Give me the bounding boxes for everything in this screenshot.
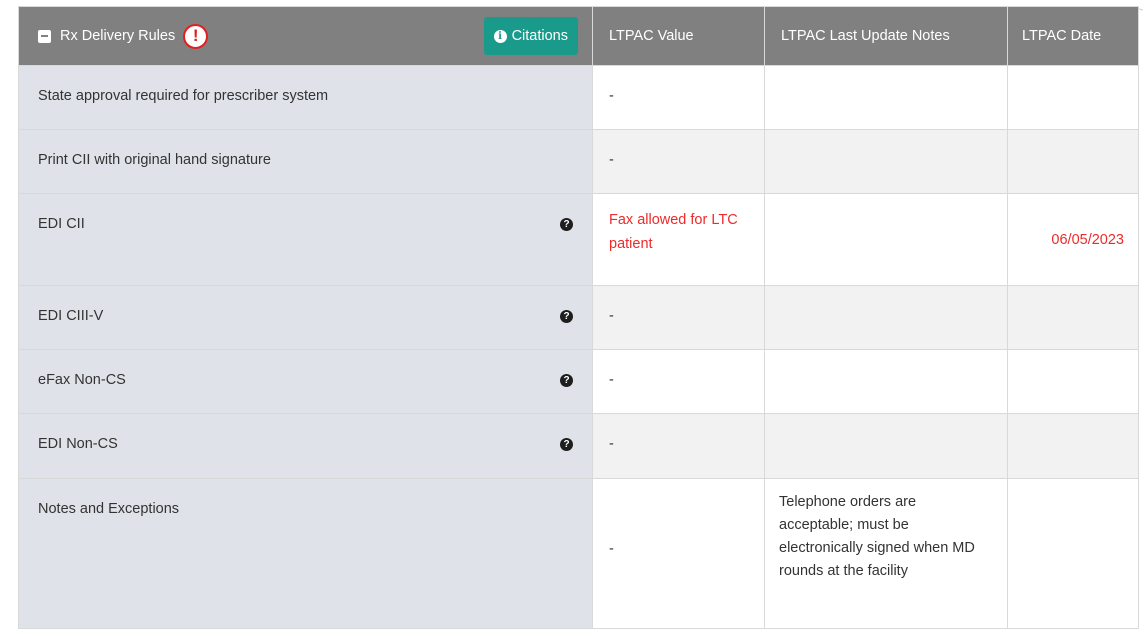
ltpac-value: - xyxy=(609,436,614,452)
ltpac-date-cell xyxy=(1007,129,1139,194)
ltpac-value-cell: - xyxy=(592,65,765,130)
ltpac-value: - xyxy=(609,372,614,388)
ltpac-value-cell: - xyxy=(592,478,765,629)
ltpac-date-cell xyxy=(1007,413,1139,479)
ltpac-notes xyxy=(765,130,1007,152)
ltpac-notes-cell xyxy=(764,285,1008,350)
row-label: eFax Non-CS xyxy=(38,372,126,388)
table-header-row: Rx Delivery Rules ! i Citations LTPAC Va… xyxy=(18,6,1139,66)
ltpac-notes xyxy=(765,66,1007,88)
ltpac-notes: Telephone orders are acceptable; must be… xyxy=(779,494,975,579)
ltpac-date xyxy=(1008,286,1138,308)
ltpac-date xyxy=(1008,414,1138,436)
ltpac-date-cell xyxy=(1007,349,1139,414)
ltpac-date-cell xyxy=(1007,65,1139,130)
column-header-ltpac-value: LTPAC Value xyxy=(592,6,765,66)
exclamation-circle-icon: ! xyxy=(183,23,209,49)
ltpac-value: - xyxy=(609,308,614,324)
rx-delivery-rules-table: Rx Delivery Rules ! i Citations LTPAC Va… xyxy=(18,6,1139,629)
row-label: EDI CIII-V xyxy=(38,308,104,324)
ltpac-value: - xyxy=(609,540,614,557)
ltpac-value: - xyxy=(609,88,614,104)
question-circle-icon[interactable]: ? xyxy=(560,310,573,323)
row-label: Notes and Exceptions xyxy=(38,501,180,517)
ltpac-notes xyxy=(765,350,1007,372)
ltpac-value-cell: - xyxy=(592,413,765,479)
table-row: State approval required for prescriber s… xyxy=(18,65,1139,130)
table-row: EDI Non-CS ? - xyxy=(18,413,1139,479)
ltpac-notes-cell: Telephone orders are acceptable; must be… xyxy=(764,478,1008,629)
question-circle-icon[interactable]: ? xyxy=(560,374,573,387)
row-label: Print CII with original hand signature xyxy=(38,152,271,168)
ltpac-value-cell: - xyxy=(592,129,765,194)
row-label-cell: EDI CIII-V ? xyxy=(18,285,593,350)
row-label-cell: eFax Non-CS ? xyxy=(18,349,593,414)
ltpac-date-cell: 06/05/2023 xyxy=(1007,193,1139,286)
row-label-cell: EDI CII ? xyxy=(18,193,593,286)
ltpac-notes-cell xyxy=(764,413,1008,479)
ltpac-value: - xyxy=(609,152,614,168)
ltpac-notes-cell xyxy=(764,65,1008,130)
row-label: State approval required for prescriber s… xyxy=(38,88,329,104)
row-label: EDI Non-CS xyxy=(38,436,118,452)
ltpac-notes xyxy=(765,414,1007,436)
ltpac-date: 06/05/2023 xyxy=(1051,231,1124,248)
table-row: eFax Non-CS ? - xyxy=(18,349,1139,414)
ltpac-value: Fax allowed for LTC patient xyxy=(609,212,738,252)
ltpac-date xyxy=(1008,66,1138,88)
table-row: EDI CIII-V ? - xyxy=(18,285,1139,350)
ltpac-date-cell xyxy=(1007,478,1139,629)
ltpac-date xyxy=(1008,479,1138,501)
ltpac-value-cell: - xyxy=(592,349,765,414)
ltpac-date xyxy=(1008,350,1138,372)
ltpac-notes-cell xyxy=(764,129,1008,194)
row-label-cell: Notes and Exceptions xyxy=(18,478,593,629)
row-label-cell: State approval required for prescriber s… xyxy=(18,65,593,130)
citations-button[interactable]: i Citations xyxy=(483,17,578,55)
ltpac-notes xyxy=(765,194,1007,216)
rx-delivery-rules-page: Rx Delivery Rules ! i Citations LTPAC Va… xyxy=(0,0,1143,629)
column-header-ltpac-date: LTPAC Date xyxy=(1007,6,1139,66)
section-title: Rx Delivery Rules xyxy=(60,28,176,44)
citations-label: Citations xyxy=(511,28,568,44)
question-circle-icon[interactable]: ? xyxy=(560,438,573,451)
section-header: Rx Delivery Rules ! i Citations xyxy=(18,6,593,66)
ltpac-value-cell: - xyxy=(592,285,765,350)
row-label-cell: Print CII with original hand signature xyxy=(18,129,593,194)
row-label: EDI CII xyxy=(38,216,85,232)
info-circle-icon: i xyxy=(493,29,507,43)
ltpac-date xyxy=(1008,130,1138,152)
question-circle-icon[interactable]: ? xyxy=(560,218,573,231)
ltpac-value-cell: Fax allowed for LTC patient xyxy=(592,193,765,286)
ltpac-notes xyxy=(765,286,1007,308)
column-header-ltpac-notes: LTPAC Last Update Notes xyxy=(764,6,1008,66)
table-row: Print CII with original hand signature - xyxy=(18,129,1139,194)
minus-square-icon[interactable] xyxy=(38,29,51,43)
ltpac-date-cell xyxy=(1007,285,1139,350)
table-row: Notes and Exceptions - Telephone orders … xyxy=(18,478,1139,629)
ltpac-notes-cell xyxy=(764,193,1008,286)
ltpac-notes-cell xyxy=(764,349,1008,414)
row-label-cell: EDI Non-CS ? xyxy=(18,413,593,479)
table-row: EDI CII ? Fax allowed for LTC patient 06… xyxy=(18,193,1139,286)
